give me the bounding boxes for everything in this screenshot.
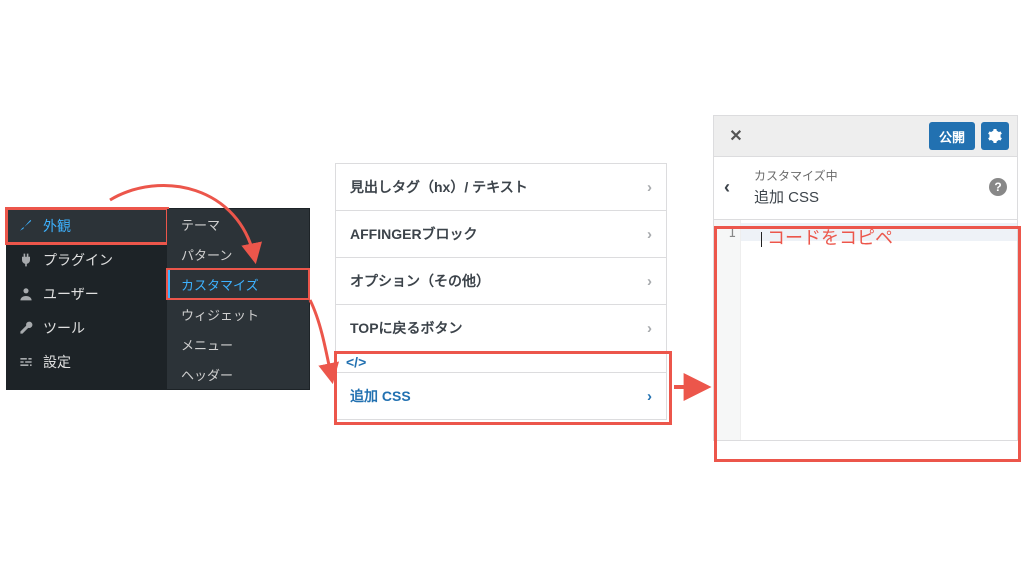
close-button[interactable]: ✕ <box>722 122 750 150</box>
sidebar-item-label: ツール <box>43 318 85 338</box>
chevron-right-icon: › <box>647 179 652 196</box>
sidebar-submenu-column: テーマ パターン カスタマイズ ウィジェット メニュー ヘッダー <box>167 209 309 389</box>
submenu-themes[interactable]: テーマ <box>167 209 309 239</box>
code-icon: </> <box>346 354 366 370</box>
sidebar-item-users[interactable]: ユーザー <box>7 277 167 311</box>
submenu-menus[interactable]: メニュー <box>167 329 309 359</box>
sidebar-item-settings[interactable]: 設定 <box>7 345 167 379</box>
row-label: 追加 CSS <box>350 386 411 406</box>
help-button[interactable]: ? <box>989 178 1007 196</box>
css-section-header: </> <box>336 352 666 373</box>
back-button[interactable]: ‹ <box>724 177 744 198</box>
panel-toolbar: ✕ 公開 <box>714 116 1017 157</box>
chevron-left-icon: ‹ <box>724 177 730 197</box>
chevron-right-icon: › <box>647 273 652 290</box>
line-number: 1 <box>714 224 736 244</box>
wrench-icon <box>17 319 35 337</box>
help-icon: ? <box>994 180 1001 194</box>
sidebar-main-column: 外観 プラグイン ユーザー ツール 設定 <box>7 209 167 389</box>
sidebar-item-label: 外観 <box>43 216 71 236</box>
settings-button[interactable] <box>981 122 1009 150</box>
row-heading-tags[interactable]: 見出しタグ（hx）/ テキスト › <box>336 164 666 211</box>
sidebar-item-tools[interactable]: ツール <box>7 311 167 345</box>
row-label: TOPに戻るボタン <box>350 318 463 338</box>
publish-button[interactable]: 公開 <box>929 122 975 150</box>
submenu-customize[interactable]: カスタマイズ <box>167 269 309 299</box>
chevron-right-icon: › <box>647 320 652 337</box>
row-label: オプション（その他） <box>350 271 490 291</box>
row-additional-css[interactable]: 追加 CSS › <box>336 373 666 419</box>
panel-header: ‹ カスタマイズ中 追加 CSS ? <box>714 157 1017 220</box>
wp-admin-sidebar: 外観 プラグイン ユーザー ツール 設定 テーマ <box>6 208 310 390</box>
publish-label: 公開 <box>939 127 965 146</box>
sidebar-item-plugins[interactable]: プラグイン <box>7 243 167 277</box>
chevron-right-icon: › <box>647 226 652 243</box>
submenu-patterns[interactable]: パターン <box>167 239 309 269</box>
additional-css-panel: ✕ 公開 ‹ カスタマイズ中 追加 CSS ? 1 <box>713 115 1018 441</box>
row-label: 見出しタグ（hx）/ テキスト <box>350 177 528 197</box>
code-area[interactable]: コードをコピペ <box>741 220 1017 440</box>
submenu-header[interactable]: ヘッダー <box>167 359 309 389</box>
submenu-widgets[interactable]: ウィジェット <box>167 299 309 329</box>
css-editor[interactable]: 1 コードをコピペ <box>714 220 1017 440</box>
plug-icon <box>17 251 35 269</box>
text-cursor <box>761 232 762 247</box>
sliders-icon <box>17 353 35 371</box>
annotation-text: コードをコピペ <box>767 228 893 248</box>
sidebar-item-label: ユーザー <box>43 284 99 304</box>
customizer-section-list: 見出しタグ（hx）/ テキスト › AFFINGERブロック › オプション（そ… <box>335 163 667 420</box>
row-options-other[interactable]: オプション（その他） › <box>336 258 666 305</box>
line-number-gutter: 1 <box>714 220 741 440</box>
breadcrumb: カスタマイズ中 <box>754 167 979 184</box>
row-top-button[interactable]: TOPに戻るボタン › <box>336 305 666 352</box>
row-label: AFFINGERブロック <box>350 224 478 244</box>
sidebar-item-appearance[interactable]: 外観 <box>7 209 167 243</box>
sidebar-item-label: 設定 <box>43 352 71 372</box>
gear-icon <box>988 129 1002 143</box>
close-icon: ✕ <box>729 126 742 146</box>
sidebar-item-label: プラグイン <box>43 250 113 270</box>
row-affinger-block[interactable]: AFFINGERブロック › <box>336 211 666 258</box>
chevron-right-icon: › <box>647 388 652 405</box>
user-icon <box>17 285 35 303</box>
brush-icon <box>17 217 35 235</box>
panel-title: 追加 CSS <box>754 186 979 207</box>
